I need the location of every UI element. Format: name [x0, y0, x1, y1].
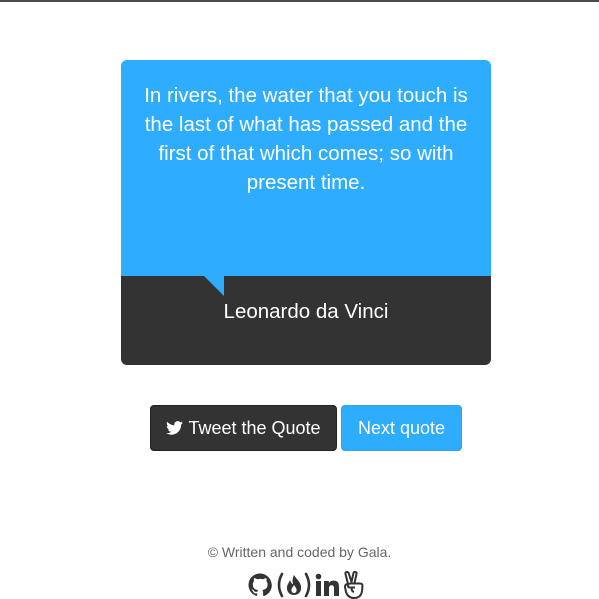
angellist-icon[interactable] [342, 571, 366, 599]
author-box: Leonardo da Vinci [121, 276, 491, 365]
footer-social-links [248, 571, 366, 599]
twitter-icon [166, 421, 184, 435]
linkedin-icon[interactable] [315, 571, 339, 599]
tweet-button-label: Tweet the Quote [188, 417, 321, 438]
top-border [0, 0, 599, 2]
quote-box: In rivers, the water that you touch is t… [121, 60, 491, 276]
next-button-label: Next quote [357, 417, 446, 438]
footer-credit: © Written and coded by Gala. [207, 544, 392, 560]
github-icon[interactable] [248, 571, 272, 599]
quote-author: Leonardo da Vinci [223, 300, 389, 323]
next-quote-button[interactable]: Next quote [341, 405, 462, 451]
freecodecamp-icon[interactable] [275, 571, 313, 599]
speech-tail [204, 276, 224, 296]
quote-card: In rivers, the water that you touch is t… [121, 60, 491, 365]
tweet-quote-button[interactable]: Tweet the Quote [150, 405, 337, 451]
quote-text: In rivers, the water that you touch is t… [144, 84, 468, 194]
